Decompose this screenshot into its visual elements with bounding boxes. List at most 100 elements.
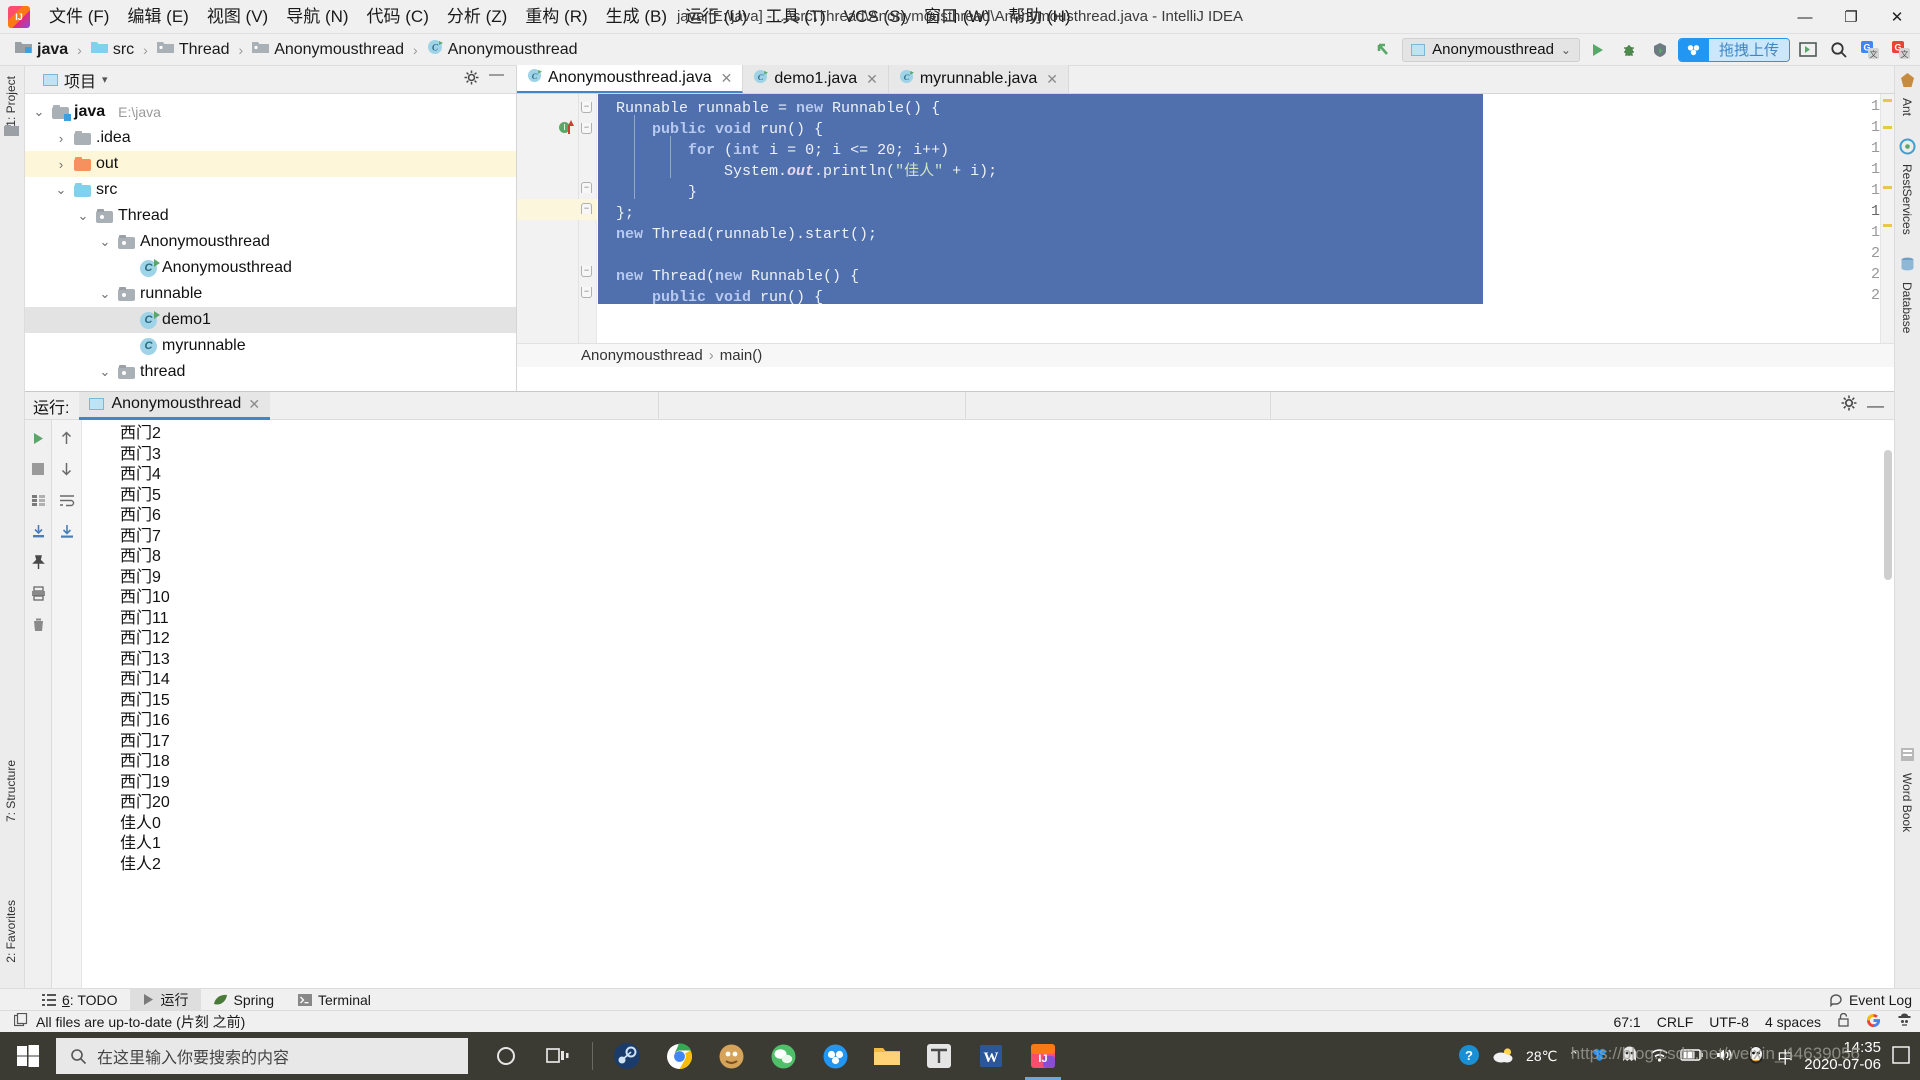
scroll-to-end-icon[interactable] [57,521,77,541]
chevron-up-icon[interactable]: ⌃ [1568,1048,1579,1064]
maximize-button[interactable]: ❐ [1828,0,1874,34]
tool-strip-[interactable]: 运行 [129,988,201,1011]
fold-marker-icon[interactable]: − [581,266,592,277]
word-book-icon[interactable] [1899,746,1916,763]
breadcrumb-method[interactable]: main() [720,347,763,364]
event-log-button[interactable]: Event Log [1829,992,1912,1008]
export-icon[interactable] [28,521,48,541]
database-icon[interactable] [1899,256,1916,273]
baidu-netdisk-icon[interactable] [811,1032,859,1080]
google-translate-icon[interactable]: G文 [1857,38,1883,62]
hide-panel-icon[interactable]: — [489,67,504,90]
chevron-down-icon[interactable]: ⌄ [53,182,69,198]
taskbar-search-box[interactable]: 在这里输入你要搜索的内容 [56,1038,468,1074]
breadcrumb-item-4[interactable]: C Anonymousthread [424,38,581,61]
caret-position[interactable]: 67:1 [1613,1014,1640,1030]
word-icon[interactable]: W [967,1032,1015,1080]
minimize-icon[interactable]: — [1867,397,1890,414]
chevron-down-icon[interactable]: ⌄ [97,286,113,302]
help-icon[interactable]: ? [1458,1044,1480,1069]
maven-icon[interactable] [1899,72,1916,89]
tree-node-myrunnable[interactable]: ›Cmyrunnable [25,333,516,359]
tree-node-thread[interactable]: ⌄ thread [25,359,516,385]
chevron-down-icon[interactable]: ⌄ [31,104,47,120]
wechat-icon[interactable] [759,1032,807,1080]
rail-item-wordbook[interactable]: Word Book [1894,769,1920,836]
chrome-icon[interactable] [655,1032,703,1080]
close-icon[interactable]: ✕ [1046,71,1058,88]
trash-icon[interactable] [28,614,48,634]
chevron-down-icon[interactable]: ▾ [102,73,108,86]
fold-marker-icon[interactable]: − [581,182,592,193]
menu-item-7[interactable]: 生成 (B) [597,0,676,34]
menu-item-11[interactable]: 窗口 (W) [915,0,999,34]
tree-node-anonymousthread[interactable]: ⌄ Anonymousthread [25,229,516,255]
typora-icon[interactable] [915,1032,963,1080]
search-icon[interactable] [1826,38,1852,62]
project-panel-icon[interactable] [4,124,20,136]
chevron-down-icon[interactable]: ⌄ [97,234,113,250]
task-view-icon[interactable] [534,1032,582,1080]
menu-item-10[interactable]: VCS (S) [835,0,915,34]
steam-icon[interactable] [603,1032,651,1080]
qq-icon[interactable] [1746,1045,1766,1068]
menu-item-1[interactable]: 编辑 (E) [118,0,197,34]
tree-node-src[interactable]: ⌄ src [25,177,516,203]
intellij-icon[interactable]: IJ [1019,1032,1067,1080]
explorer-icon[interactable] [863,1032,911,1080]
rail-item-favorites[interactable]: 2: Favorites [0,896,23,967]
fold-marker-icon[interactable]: − [581,287,592,298]
editor-tab-2[interactable]: Cmyrunnable.java ✕ [888,65,1069,93]
soft-wrap-icon[interactable] [57,490,77,510]
netdisk-upload-button[interactable]: 拖拽上传 [1677,37,1790,62]
tool-strip-terminal[interactable]: Terminal [286,989,383,1011]
gear-icon[interactable] [464,70,479,90]
close-icon[interactable]: ✕ [248,396,260,413]
chevron-down-icon[interactable]: ⌄ [97,364,113,380]
tree-node-demo1[interactable]: ›Cdemo1 [25,307,516,333]
scroll-up-icon[interactable] [57,428,77,448]
line-separator[interactable]: CRLF [1657,1014,1694,1030]
code-editor[interactable]: 13141516171819202122 I − − − − − − Runna… [517,94,1894,367]
taskbar-clock[interactable]: 14:35 2020-07-06 [1804,1039,1881,1073]
print-icon[interactable] [28,583,48,603]
rail-item-database[interactable]: Database [1894,278,1920,337]
console-output[interactable]: 西门2 西门3 西门4 西门5 西门6 西门7 西门8 西门9 西门10 西门11 西门12 西门13… [82,420,1894,1010]
close-icon[interactable]: ✕ [866,71,878,88]
pin-icon[interactable] [28,552,48,572]
console-scrollbar[interactable] [1884,450,1892,580]
menu-item-4[interactable]: 代码 (C) [358,0,438,34]
menu-item-8[interactable]: 运行 (U) [676,0,756,34]
restservices-icon[interactable] [1899,138,1916,155]
menu-item-5[interactable]: 分析 (Z) [438,0,516,34]
menu-item-9[interactable]: 工具 (T) [756,0,834,34]
tree-node-anonymousthread[interactable]: ›CAnonymousthread [25,255,516,281]
netdisk-tray-icon[interactable] [1590,1045,1609,1067]
chevron-right-icon[interactable]: › [53,131,69,146]
menu-item-3[interactable]: 导航 (N) [277,0,357,34]
rail-item-project[interactable]: 1: Project [0,72,23,131]
editor-tab-1[interactable]: Cdemo1.java ✕ [743,65,889,93]
google-translate-red-icon[interactable]: G文 [1888,38,1914,62]
wifi-icon[interactable] [1650,1047,1669,1066]
lock-icon[interactable] [1837,1012,1850,1030]
notification-icon[interactable] [1892,1045,1910,1067]
gear-icon[interactable] [1841,395,1857,416]
minimize-button[interactable]: — [1782,0,1828,34]
start-button[interactable] [0,1032,56,1080]
close-button[interactable]: ✕ [1874,0,1920,34]
tree-node-java[interactable]: ⌄ java E:\java [25,99,516,125]
breadcrumb-item-2[interactable]: Thread [154,39,233,60]
rail-item-structure[interactable]: 7: Structure [0,756,23,826]
menu-item-6[interactable]: 重构 (R) [516,0,596,34]
battery-icon[interactable] [1680,1048,1704,1065]
chevron-down-icon[interactable]: ⌄ [75,208,91,224]
fold-marker-icon[interactable]: − [581,203,592,214]
breadcrumb-item-1[interactable]: src [88,39,137,60]
tree-node-thread[interactable]: ⌄ Thread [25,203,516,229]
code-text[interactable]: Runnable runnable = new Runnable() { pub… [598,94,1894,367]
ghost-icon[interactable] [1620,1045,1639,1067]
google-icon[interactable] [1866,1013,1881,1031]
chevron-right-icon[interactable]: › [53,157,69,172]
run-configuration-selector[interactable]: Anonymousthread ⌄ [1402,37,1580,62]
